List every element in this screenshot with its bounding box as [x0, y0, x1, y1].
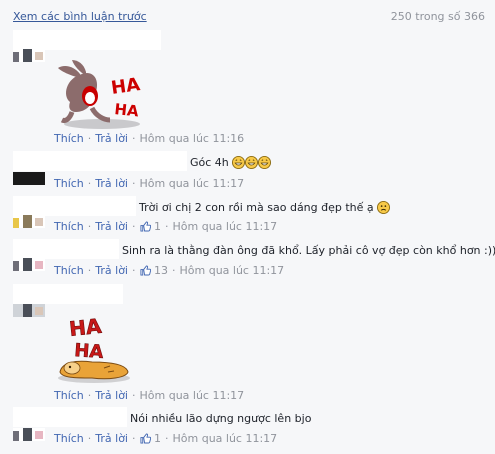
- avatar[interactable]: [13, 258, 45, 271]
- sticker-ha-text: HA: [110, 74, 142, 99]
- sticker-ha-text-2: HA: [114, 100, 140, 120]
- like-thumb-icon[interactable]: [139, 433, 151, 444]
- like-link[interactable]: Thích: [54, 177, 84, 190]
- sticker-ha-text-2: HA: [74, 340, 104, 363]
- reply-link[interactable]: Trả lời: [95, 264, 128, 277]
- grinning-face-emoji: [258, 156, 272, 169]
- sticker-ha-text: HA: [68, 314, 103, 341]
- avatar[interactable]: [13, 49, 45, 62]
- reply-link[interactable]: Trả lời: [95, 132, 128, 145]
- like-thumb-icon[interactable]: [139, 221, 151, 232]
- comment-meta: Thích · Trả lời · 1 · Hôm qua lúc 11:17: [54, 220, 278, 233]
- like-count[interactable]: 1: [154, 432, 161, 445]
- comment-count: 250 trong số 366: [390, 10, 485, 23]
- redacted-name-bar: [13, 30, 161, 50]
- like-count[interactable]: 13: [154, 264, 168, 277]
- grinning-face-emoji: [232, 156, 246, 169]
- reply-link[interactable]: Trả lời: [95, 177, 128, 190]
- haha-rabbit-sticker: HA HA: [58, 60, 142, 129]
- redacted-name-bar: [13, 284, 123, 304]
- redacted-name-bar: [13, 239, 119, 259]
- redacted-name-bar: [13, 407, 127, 427]
- avatar[interactable]: [13, 172, 45, 185]
- comment-meta: Thích · Trả lời · Hôm qua lúc 11:17: [54, 177, 245, 190]
- comment-text: Góc 4h: [190, 156, 272, 169]
- comment-meta: Thích · Trả lời · Hôm qua lúc 11:16: [54, 132, 245, 145]
- avatar[interactable]: [13, 428, 45, 441]
- like-link[interactable]: Thích: [54, 132, 84, 145]
- avatar[interactable]: [13, 215, 45, 228]
- redacted-name-bar: [13, 151, 187, 171]
- timestamp[interactable]: Hôm qua lúc 11:17: [140, 389, 245, 402]
- comment-meta: Thích · Trả lời · 13 · Hôm qua lúc 11:17: [54, 264, 285, 277]
- timestamp[interactable]: Hôm qua lúc 11:17: [173, 432, 278, 445]
- like-count[interactable]: 1: [154, 220, 161, 233]
- like-link[interactable]: Thích: [54, 432, 84, 445]
- comment-text: Sinh ra là thằng đàn ông đã khổ. Lấy phả…: [122, 244, 495, 257]
- timestamp[interactable]: Hôm qua lúc 11:17: [180, 264, 285, 277]
- reply-link[interactable]: Trả lời: [95, 220, 128, 233]
- frowning-face-emoji: [377, 201, 391, 214]
- like-link[interactable]: Thích: [54, 389, 84, 402]
- avatar[interactable]: [13, 304, 45, 317]
- comment-meta: Thích · Trả lời · Hôm qua lúc 11:17: [54, 389, 245, 402]
- comment-text: Trời ơi chị 2 con rồi mà sao dáng đẹp th…: [139, 201, 391, 214]
- reply-link[interactable]: Trả lời: [95, 432, 128, 445]
- view-previous-comments-link[interactable]: Xem các bình luận trước: [13, 10, 147, 23]
- comment-text: Nói nhiều lão dựng ngược lên bjo: [130, 412, 312, 425]
- like-link[interactable]: Thích: [54, 264, 84, 277]
- reply-link[interactable]: Trả lời: [95, 389, 128, 402]
- timestamp[interactable]: Hôm qua lúc 11:17: [173, 220, 278, 233]
- like-link[interactable]: Thích: [54, 220, 84, 233]
- grinning-face-emoji: [245, 156, 259, 169]
- comment-meta: Thích · Trả lời · 1 · Hôm qua lúc 11:17: [54, 432, 278, 445]
- timestamp[interactable]: Hôm qua lúc 11:17: [140, 177, 245, 190]
- like-thumb-icon[interactable]: [139, 265, 151, 276]
- timestamp[interactable]: Hôm qua lúc 11:16: [140, 132, 245, 145]
- redacted-name-bar: [13, 196, 136, 216]
- haha-dog-sticker: HA HA: [58, 314, 130, 383]
